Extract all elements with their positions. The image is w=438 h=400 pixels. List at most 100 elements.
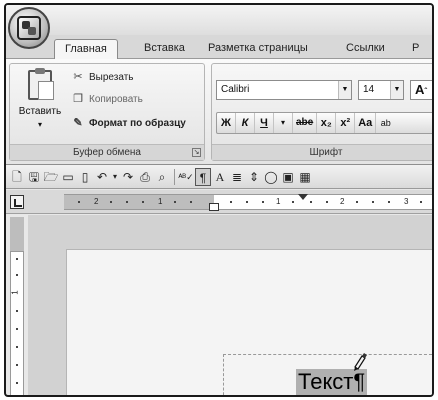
- ruler-number: 1: [10, 290, 20, 295]
- format-painter-button[interactable]: ✎ Формат по образцу: [70, 114, 186, 132]
- font-name-select[interactable]: Calibri ▼: [216, 80, 352, 100]
- subscript-button[interactable]: x₂: [317, 113, 337, 133]
- text-icon[interactable]: A: [212, 168, 228, 186]
- spelling-icon[interactable]: ᴬᴮ✓: [178, 168, 194, 186]
- tab-references[interactable]: Ссылки: [336, 39, 395, 59]
- open-icon[interactable]: 🗁: [43, 168, 59, 186]
- ruler-dot: [326, 201, 328, 203]
- clipboard-icon: [28, 68, 54, 100]
- tab-stop-selector[interactable]: [10, 195, 24, 209]
- ruler-dot: [110, 201, 112, 203]
- first-line-indent-marker[interactable]: [298, 194, 308, 200]
- underline-dropdown-icon[interactable]: ▾: [274, 113, 293, 133]
- ruler-dot: [190, 201, 192, 203]
- ruler-bar: 2 1 1 2 3: [6, 190, 432, 214]
- ruler-dot: [262, 201, 264, 203]
- line-spacing-icon[interactable]: ⇕: [246, 168, 262, 186]
- format-painter-cursor-icon: [354, 353, 367, 371]
- ruler-dot: [16, 382, 18, 384]
- document-page[interactable]: Текст¶: [66, 249, 432, 395]
- document-text: Текст: [298, 369, 354, 394]
- quick-access-toolbar: 🗋 🖫 🗁 ▭ ▯ ↶ ▾ ↷ ⎙ ⌕ ᴬᴮ✓ ¶ A ≣ ⇕ ◯ ▣ ▦: [6, 165, 432, 189]
- ruler-number: 1: [276, 197, 281, 206]
- font-group: Calibri ▼ 14 ▼ Aˆ Ж К Ч ▾ abe x₂ x² Aa a…: [211, 63, 432, 161]
- ruler-dot: [246, 201, 248, 203]
- print-icon[interactable]: ⎙: [137, 168, 153, 186]
- format-painter-label: Формат по образцу: [89, 118, 186, 129]
- tab-page-layout[interactable]: Разметка страницы: [198, 39, 318, 59]
- ruler-dot: [230, 201, 232, 203]
- font-format-toolbar: Ж К Ч ▾ abe x₂ x² Aa ab: [216, 112, 432, 134]
- superscript-button[interactable]: x²: [336, 113, 356, 133]
- ruler-dot: [310, 201, 312, 203]
- paragraph-mark: ¶: [353, 369, 366, 394]
- cut-button[interactable]: ✂ Вырезать: [70, 68, 133, 86]
- picture-icon[interactable]: ▣: [280, 168, 296, 186]
- office-button[interactable]: [8, 7, 50, 49]
- bold-button[interactable]: Ж: [217, 113, 236, 133]
- toolbar-separator: [174, 168, 175, 185]
- shapes-icon[interactable]: ◯: [263, 168, 279, 186]
- tab-insert[interactable]: Вставка: [134, 39, 195, 59]
- tab-home[interactable]: Главная: [54, 39, 118, 60]
- font-group-label: Шрифт: [212, 144, 432, 160]
- ruler-number: 2: [94, 197, 99, 206]
- underline-button[interactable]: Ч: [255, 113, 274, 133]
- clipboard-group-label: Буфер обмена: [10, 144, 204, 160]
- chevron-down-icon: ▼: [338, 81, 351, 99]
- ruler-dot: [16, 274, 18, 276]
- ruler-dot: [420, 201, 422, 203]
- ruler-dot: [78, 201, 80, 203]
- ruler-dot: [16, 310, 18, 312]
- vertical-ruler-margin: [10, 217, 24, 251]
- change-case-button[interactable]: Aa: [355, 113, 377, 133]
- ruler-dot: [126, 201, 128, 203]
- new-document-icon[interactable]: 🗋: [9, 168, 25, 186]
- clipboard-launcher-icon[interactable]: ↘: [192, 148, 201, 157]
- title-bar: [6, 5, 432, 35]
- columns-icon[interactable]: ≣: [229, 168, 245, 186]
- tab-next[interactable]: Р: [402, 39, 429, 59]
- ruler-dot: [142, 201, 144, 203]
- ruler-dot: [16, 258, 18, 260]
- ruler-dot: [372, 201, 374, 203]
- highlight-icon[interactable]: ab: [376, 113, 395, 133]
- copy-label: Копировать: [89, 94, 143, 105]
- text-margin-guides: Текст¶: [223, 353, 432, 395]
- chevron-down-icon: ▾: [37, 120, 42, 129]
- ruler-number: 1: [158, 197, 163, 206]
- selected-text[interactable]: Текст¶: [296, 369, 368, 395]
- ruler-dot: [16, 328, 18, 330]
- vertical-ruler[interactable]: 1: [10, 251, 24, 395]
- show-formatting-icon[interactable]: ¶: [195, 167, 211, 186]
- print-preview-icon[interactable]: ⌕: [154, 168, 170, 186]
- scissors-icon: ✂: [73, 71, 83, 83]
- permission-icon[interactable]: ▭: [60, 168, 76, 186]
- ruler-dot: [174, 201, 176, 203]
- horizontal-ruler[interactable]: 2 1 1 2 3: [64, 194, 432, 211]
- save-icon[interactable]: 🖫: [26, 168, 42, 186]
- italic-button[interactable]: К: [236, 113, 255, 133]
- paste-button[interactable]: Вставить ▾: [14, 68, 66, 140]
- brush-icon: ✎: [73, 117, 83, 129]
- clipboard-group: Вставить ▾ ✂ Вырезать ❐ Копировать ✎ Формат…: [9, 63, 205, 161]
- copy-button[interactable]: ❐ Копировать: [70, 90, 143, 108]
- ruler-number: 2: [340, 197, 345, 206]
- ruler-dot: [16, 364, 18, 366]
- strikethrough-button[interactable]: abe: [293, 113, 318, 133]
- table-icon[interactable]: ▦: [297, 168, 313, 186]
- word-window: Главная Вставка Разметка страницы Ссылки…: [4, 3, 434, 397]
- ruler-dot: [388, 201, 390, 203]
- grow-font-button[interactable]: Aˆ: [410, 80, 432, 100]
- undo-icon[interactable]: ↶: [94, 168, 110, 186]
- redo-icon[interactable]: ↷: [120, 168, 136, 186]
- chevron-down-icon: ▼: [390, 81, 403, 99]
- ruler-dot: [292, 201, 294, 203]
- ribbon: Вставить ▾ ✂ Вырезать ❐ Копировать ✎ Формат…: [6, 59, 432, 165]
- ruler-dot: [356, 201, 358, 203]
- undo-dropdown-icon[interactable]: ▾: [111, 168, 119, 186]
- font-size-select[interactable]: 14 ▼: [358, 80, 404, 100]
- left-indent-marker[interactable]: [209, 203, 219, 211]
- blank-page-icon[interactable]: ▯: [77, 168, 93, 186]
- ruler-dot: [16, 346, 18, 348]
